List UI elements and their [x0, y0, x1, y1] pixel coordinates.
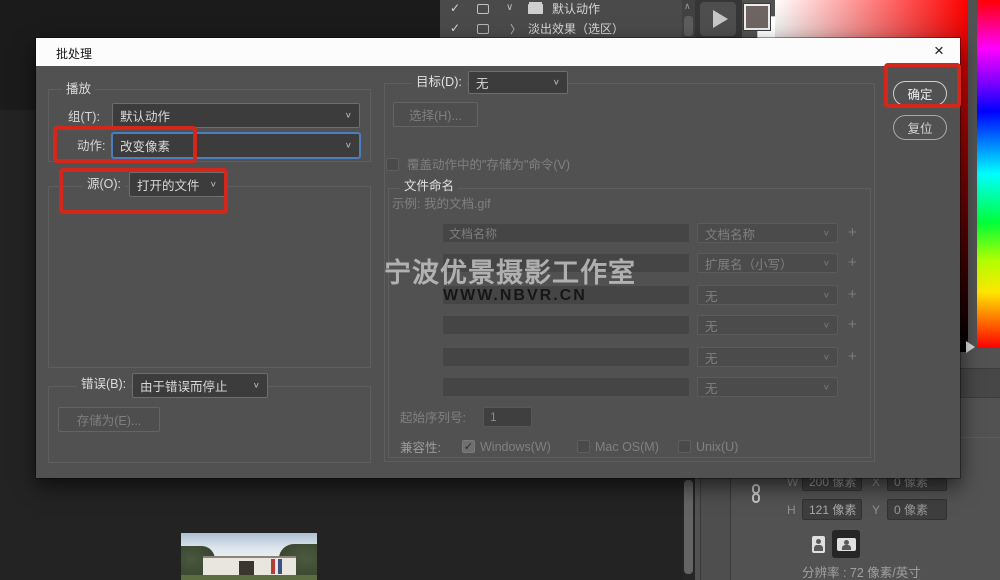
- override-save-as-label: 覆盖动作中的"存储为"命令(V): [407, 157, 570, 173]
- naming-input-1[interactable]: [442, 223, 690, 243]
- play-group-legend: 播放: [62, 82, 95, 97]
- orientation-landscape-button[interactable]: [832, 530, 860, 558]
- check-icon[interactable]: ✓: [450, 21, 460, 35]
- error-select[interactable]: 由于错误而停止∨: [132, 373, 268, 398]
- panel-gutter: [701, 478, 730, 580]
- y-label: Y: [872, 503, 880, 517]
- action-set-label: 组(T):: [68, 109, 100, 125]
- grass: [181, 575, 317, 580]
- error-label: 错误(B):: [77, 377, 130, 392]
- height-field[interactable]: 121 像素: [802, 499, 862, 520]
- portrait-icon: [812, 536, 825, 553]
- scroll-up-icon[interactable]: ∧: [684, 1, 691, 12]
- chevron-down-icon: ∨: [339, 111, 352, 120]
- naming-select-3[interactable]: 无∨: [697, 285, 838, 305]
- actions-row-label[interactable]: 默认动作: [552, 1, 600, 17]
- landscape-icon: [837, 538, 856, 551]
- action-set-select[interactable]: 默认动作∨: [112, 103, 360, 128]
- compat-macos-checkbox[interactable]: [577, 440, 590, 453]
- actions-row-set[interactable]: ✓ ∨ 默认动作: [440, 0, 682, 19]
- destination-select[interactable]: 无∨: [468, 71, 568, 94]
- compat-windows-checkbox[interactable]: ✓: [462, 440, 475, 453]
- banner-red: [271, 559, 275, 574]
- dialog-toggle-icon[interactable]: [477, 4, 489, 14]
- compat-unix-label: Unix(U): [696, 439, 738, 455]
- choose-button[interactable]: 选择(H)...: [393, 102, 478, 127]
- chevron-down-icon: ∨: [817, 353, 830, 362]
- naming-plus-1[interactable]: +: [848, 224, 857, 241]
- color-picker-hue-bar[interactable]: [977, 0, 1000, 348]
- photoshop-workspace: ✓ ∨ 默认动作 ✓ 〉 淡出效果（选区） ∧: [0, 0, 1000, 580]
- foreground-color-swatch[interactable]: [744, 4, 770, 30]
- play-button[interactable]: [700, 2, 736, 36]
- hue-slider-icon[interactable]: [966, 341, 975, 353]
- chevron-down-icon: ∨: [547, 78, 560, 87]
- actions-row-action[interactable]: ✓ 〉 淡出效果（选区）: [440, 19, 682, 38]
- naming-example: 示例: 我的文档.gif: [392, 196, 491, 212]
- naming-plus-3[interactable]: +: [848, 286, 857, 303]
- actions-scrollbar[interactable]: ∧: [682, 0, 695, 38]
- y-field[interactable]: 0 像素: [887, 499, 947, 520]
- naming-input-6[interactable]: [442, 377, 690, 397]
- orientation-portrait-button[interactable]: [806, 531, 830, 557]
- naming-plus-2[interactable]: +: [848, 254, 857, 271]
- chevron-down-icon: ∨: [817, 291, 830, 300]
- play-icon: [713, 10, 728, 28]
- source-select[interactable]: 打开的文件∨: [129, 172, 225, 197]
- resolution-text: 分辨率 : 72 像素/英寸: [802, 562, 921, 580]
- compat-macos-label: Mac OS(M): [595, 439, 659, 455]
- source-label: 源(O):: [83, 177, 125, 192]
- folder-icon: [528, 4, 543, 14]
- chevron-down-icon: ∨: [817, 321, 830, 330]
- serial-input[interactable]: [483, 407, 532, 427]
- chevron-down-icon: ∨: [247, 381, 260, 390]
- save-as-button[interactable]: 存储为(E)...: [58, 407, 160, 432]
- compat-windows-label: Windows(W): [480, 439, 551, 455]
- link-dimensions-icon[interactable]: [752, 484, 762, 508]
- override-save-as-checkbox[interactable]: [386, 158, 399, 171]
- naming-select-4[interactable]: 无∨: [697, 315, 838, 335]
- serial-label: 起始序列号:: [400, 410, 466, 426]
- compat-unix-checkbox[interactable]: [678, 440, 691, 453]
- chevron-down-icon: ∨: [817, 229, 830, 238]
- action-label: 动作:: [77, 138, 105, 154]
- ok-button[interactable]: 确定: [893, 81, 947, 106]
- action-select[interactable]: 改变像素∨: [112, 133, 360, 158]
- banner-blue: [278, 559, 282, 574]
- chevron-down-icon: ∨: [817, 259, 830, 268]
- reset-button[interactable]: 复位: [893, 115, 947, 140]
- naming-select-2[interactable]: 扩展名（小写）∨: [697, 253, 838, 273]
- height-label: H: [787, 503, 796, 517]
- check-icon[interactable]: ✓: [450, 1, 460, 15]
- close-icon[interactable]: ×: [926, 40, 952, 62]
- expand-open-icon[interactable]: ∨: [506, 2, 513, 13]
- chevron-down-icon: ∨: [817, 383, 830, 392]
- scrollbar-thumb[interactable]: [684, 16, 693, 36]
- dialog-toggle-icon[interactable]: [477, 24, 489, 34]
- file-naming-legend: 文件命名: [400, 179, 458, 194]
- watermark-url-text: WWW.NBVR.CN: [443, 287, 587, 305]
- naming-input-5[interactable]: [442, 347, 690, 367]
- canvas-scrollbar[interactable]: [683, 478, 695, 580]
- naming-select-6[interactable]: 无∨: [697, 377, 838, 397]
- naming-plus-5[interactable]: +: [848, 348, 857, 365]
- document-image-thumbnail[interactable]: [181, 533, 317, 580]
- actions-panel: ✓ ∨ 默认动作 ✓ 〉 淡出效果（选区）: [440, 0, 682, 38]
- chevron-down-icon: ∨: [339, 141, 352, 150]
- destination-label: 目标(D):: [412, 75, 466, 90]
- watermark-studio-text: 宁波优景摄影工作室: [384, 251, 636, 290]
- naming-select-1[interactable]: 文档名称∨: [697, 223, 838, 243]
- dialog-title: 批处理: [56, 45, 92, 62]
- expand-closed-icon[interactable]: 〉: [510, 21, 521, 37]
- naming-input-4[interactable]: [442, 315, 690, 335]
- panel-divider: [730, 470, 731, 580]
- source-group: [48, 186, 371, 368]
- actions-row-label[interactable]: 淡出效果（选区）: [528, 21, 624, 37]
- scrollbar-thumb[interactable]: [684, 480, 693, 574]
- naming-plus-4[interactable]: +: [848, 316, 857, 333]
- naming-select-5[interactable]: 无∨: [697, 347, 838, 367]
- compat-label: 兼容性:: [400, 440, 441, 456]
- chevron-down-icon: ∨: [204, 180, 217, 189]
- dialog-titlebar[interactable]: 批处理 ×: [36, 38, 960, 66]
